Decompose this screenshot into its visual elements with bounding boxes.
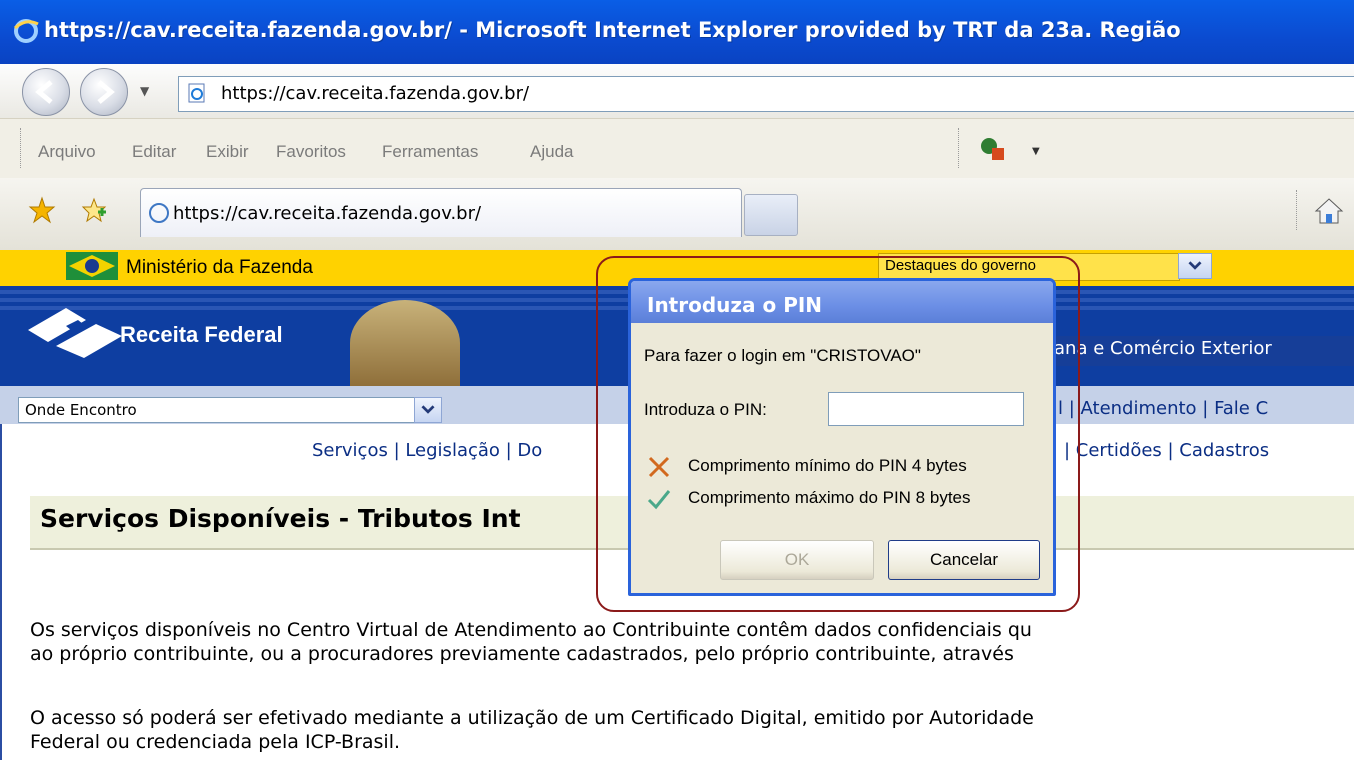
gov-label[interactable]: Ministério da Fazenda bbox=[126, 257, 313, 279]
favorites-star-icon bbox=[28, 196, 56, 224]
dropdown-arrow-icon bbox=[1188, 261, 1202, 270]
window-title-bar[interactable]: https://cav.receita.fazenda.gov.br/ - Mi… bbox=[0, 0, 1354, 64]
chevron-down-icon[interactable]: ▼ bbox=[1032, 146, 1040, 157]
pin-input[interactable] bbox=[828, 392, 1024, 426]
home-button[interactable] bbox=[1314, 196, 1344, 230]
toolbar-grip bbox=[20, 128, 23, 168]
pin-label: Introduza o PIN: bbox=[644, 400, 767, 419]
pin-rule-min: Comprimento mínimo do PIN 4 bytes bbox=[688, 456, 967, 475]
menu-exibir[interactable]: Exibir bbox=[206, 142, 249, 162]
dialog-login-text: Para fazer o login em "CRISTOVAO" bbox=[644, 346, 921, 365]
page-icon bbox=[188, 83, 205, 103]
site-brand[interactable]: Receita Federal bbox=[120, 322, 283, 348]
window-title: https://cav.receita.fazenda.gov.br/ - Mi… bbox=[44, 18, 1181, 42]
add-favorite-button[interactable] bbox=[80, 196, 108, 228]
building-image bbox=[350, 300, 460, 386]
new-tab-button[interactable] bbox=[744, 194, 798, 236]
address-bar[interactable]: https://cav.receita.fazenda.gov.br/ bbox=[178, 76, 1354, 112]
toolbar-grip bbox=[958, 128, 961, 168]
paragraph-line: Federal ou credenciada pela ICP-Brasil. bbox=[30, 731, 401, 753]
home-icon bbox=[1314, 198, 1344, 224]
favorites-button[interactable] bbox=[28, 196, 56, 228]
forward-button[interactable] bbox=[80, 68, 128, 116]
paragraph-line: O acesso só poderá ser efetivado mediant… bbox=[30, 707, 1034, 729]
pin-rule-max: Comprimento máximo do PIN 8 bytes bbox=[688, 488, 971, 507]
dialog-title: Introduza o PIN bbox=[647, 293, 823, 317]
address-url: https://cav.receita.fazenda.gov.br/ bbox=[221, 83, 530, 104]
dialog-title-bar[interactable]: Introduza o PIN bbox=[631, 281, 1053, 323]
back-button[interactable] bbox=[22, 68, 70, 116]
page-title: Serviços Disponíveis - Tributos Int bbox=[40, 504, 521, 533]
paragraph-line: ao próprio contribuinte, ou a procurador… bbox=[30, 643, 1014, 665]
toolbar-grip bbox=[1296, 190, 1299, 230]
menu-favoritos[interactable]: Favoritos bbox=[276, 142, 346, 162]
cancel-button[interactable]: Cancelar bbox=[888, 540, 1040, 580]
forward-icon bbox=[97, 80, 115, 104]
menu-bar bbox=[0, 118, 1354, 179]
x-mark-icon bbox=[648, 456, 670, 478]
tab-label: https://cav.receita.fazenda.gov.br/ bbox=[173, 203, 482, 224]
nav-links-left[interactable]: Serviços | Legislação | Do bbox=[312, 440, 542, 461]
check-mark-icon bbox=[647, 490, 671, 510]
history-dropdown-icon[interactable]: ▼ bbox=[140, 84, 149, 98]
paragraph-line: Os serviços disponíveis no Centro Virtua… bbox=[30, 619, 1032, 641]
header-link[interactable]: ana e Comércio Exterior bbox=[1054, 338, 1272, 359]
tools-icon bbox=[981, 138, 1004, 160]
menu-arquivo[interactable]: Arquivo bbox=[38, 142, 96, 162]
menu-ajuda[interactable]: Ajuda bbox=[530, 142, 573, 162]
left-border bbox=[0, 424, 2, 760]
ok-button[interactable]: OK bbox=[720, 540, 874, 580]
top-links[interactable]: l | Atendimento | Fale C bbox=[1058, 398, 1268, 419]
tools-button[interactable] bbox=[978, 134, 1008, 168]
onde-select-value: Onde Encontro bbox=[25, 401, 137, 419]
back-icon bbox=[35, 80, 53, 104]
loading-icon bbox=[149, 203, 169, 223]
receita-logo-icon bbox=[28, 308, 122, 358]
flag-icon bbox=[66, 252, 118, 280]
menu-editar[interactable]: Editar bbox=[132, 142, 176, 162]
tab-current[interactable]: https://cav.receita.fazenda.gov.br/ bbox=[140, 188, 742, 237]
gov-select-dropdown-button[interactable] bbox=[1178, 253, 1212, 279]
onde-dropdown-button[interactable] bbox=[414, 397, 442, 423]
nav-links-right[interactable]: | Certidões | Cadastros bbox=[1064, 440, 1269, 461]
dropdown-arrow-icon bbox=[421, 405, 435, 414]
add-favorite-icon bbox=[81, 197, 107, 223]
ie-logo-icon bbox=[13, 19, 39, 43]
menu-ferramentas[interactable]: Ferramentas bbox=[382, 142, 478, 162]
onde-encontro-select[interactable]: Onde Encontro bbox=[18, 397, 442, 423]
